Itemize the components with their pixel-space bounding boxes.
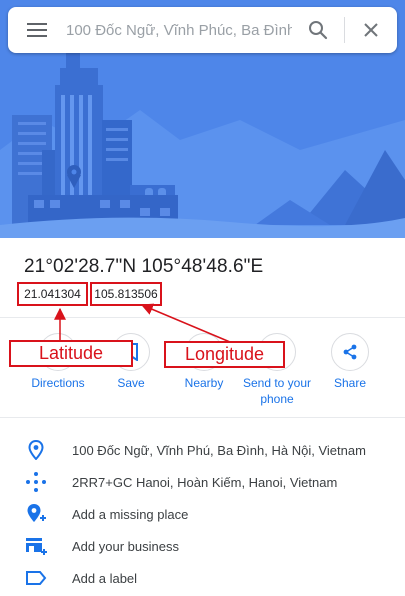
divider	[0, 417, 405, 418]
list-item[interactable]: Add a label	[0, 562, 405, 594]
plus-code-icon	[0, 471, 72, 493]
list-item[interactable]: 100 Đốc Ngữ, Vĩnh Phú, Ba Đình, Hà Nội, …	[0, 434, 405, 466]
add-label-text: Add a label	[72, 570, 138, 586]
search-input[interactable]: 100 Đốc Ngữ, Vĩnh Phúc, Ba Đình	[66, 22, 292, 39]
search-bar[interactable]: 100 Đốc Ngữ, Vĩnh Phúc, Ba Đình	[8, 7, 397, 53]
latitude-value: 21.041304	[17, 282, 88, 306]
close-icon[interactable]	[345, 7, 397, 53]
add-missing-place-text: Add a missing place	[72, 506, 189, 522]
latitude-annotation: Latitude	[9, 340, 133, 367]
longitude-annotation: Longitude	[164, 341, 285, 368]
add-business-icon	[0, 536, 72, 556]
share-label: Share	[333, 376, 367, 390]
place-title: 21°02'28.7"N 105°48'48.6"E	[24, 256, 264, 277]
list-item[interactable]: 2RR7+GC Hanoi, Hoàn Kiếm, Hanoi, Vietnam	[0, 466, 405, 498]
add-business-text: Add your business	[72, 538, 179, 554]
add-place-icon	[0, 503, 72, 525]
divider	[0, 317, 405, 318]
share-button[interactable]: Share	[309, 333, 391, 391]
address-text: 100 Đốc Ngữ, Vĩnh Phú, Ba Đình, Hà Nội, …	[72, 442, 366, 458]
plus-code-text: 2RR7+GC Hanoi, Hoàn Kiếm, Hanoi, Vietnam	[72, 474, 338, 490]
search-icon[interactable]	[292, 7, 344, 53]
list-item[interactable]: Add your business	[0, 530, 405, 562]
save-label: Save	[117, 376, 145, 390]
send-to-phone-label: Send to your phone	[242, 376, 312, 406]
list-item[interactable]: Add a missing place	[0, 498, 405, 530]
menu-icon[interactable]	[8, 7, 66, 53]
share-icon	[331, 333, 369, 371]
label-icon	[0, 570, 72, 586]
location-pin-icon	[0, 440, 72, 460]
longitude-value: 105.813506	[90, 282, 162, 306]
directions-label: Directions	[31, 376, 85, 390]
nearby-label: Nearby	[184, 376, 224, 390]
